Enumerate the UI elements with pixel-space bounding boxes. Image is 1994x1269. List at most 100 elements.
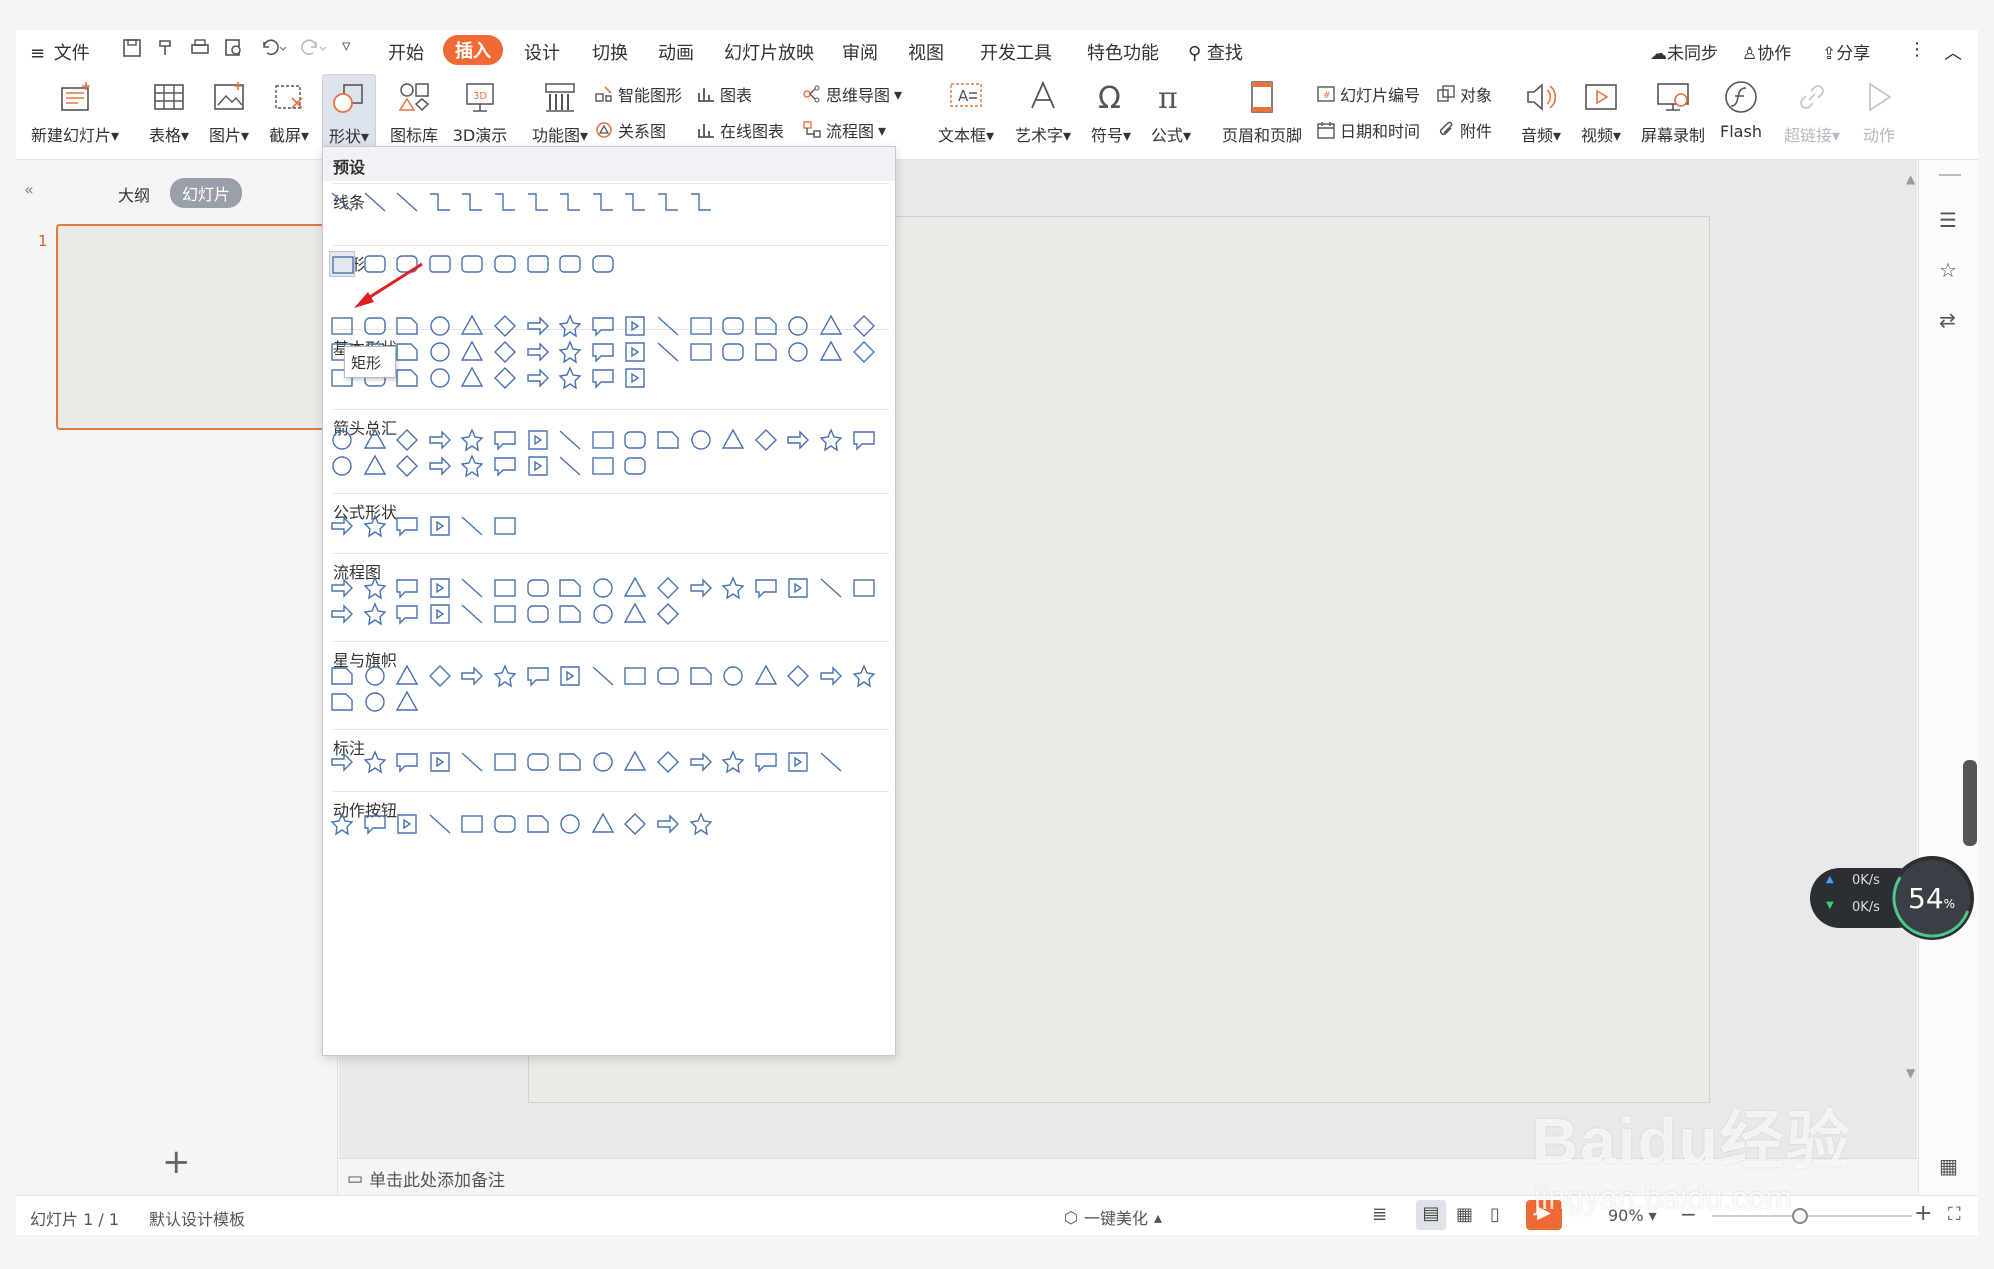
- shape-option[interactable]: [492, 365, 518, 391]
- shape-option[interactable]: [329, 427, 355, 453]
- shape-option[interactable]: [753, 339, 779, 365]
- icon-library-button[interactable]: 图标库: [386, 78, 442, 146]
- shape-option[interactable]: [590, 575, 616, 601]
- shape-option[interactable]: [753, 749, 779, 775]
- shape-option[interactable]: [590, 427, 616, 453]
- shape-option[interactable]: [525, 313, 551, 339]
- shape-option[interactable]: [427, 513, 453, 539]
- shape-option[interactable]: [622, 313, 648, 339]
- shape-option[interactable]: [818, 749, 844, 775]
- shape-option[interactable]: [427, 453, 453, 479]
- tab-slideshow[interactable]: 幻灯片放映: [724, 39, 814, 65]
- shape-option[interactable]: [622, 575, 648, 601]
- tab-special[interactable]: 特色功能: [1087, 39, 1159, 65]
- shape-option[interactable]: [688, 663, 714, 689]
- shape-option[interactable]: [394, 339, 420, 365]
- shape-option[interactable]: [622, 339, 648, 365]
- shape-option[interactable]: [492, 749, 518, 775]
- shape-option[interactable]: [362, 453, 388, 479]
- shape-option[interactable]: [785, 575, 811, 601]
- share-button[interactable]: ⇪分享: [1822, 39, 1870, 64]
- shape-option[interactable]: [590, 453, 616, 479]
- shape-option[interactable]: [492, 189, 518, 215]
- shape-option[interactable]: [459, 453, 485, 479]
- normal-view-icon[interactable]: ▤: [1416, 1200, 1446, 1230]
- video-button[interactable]: 视频▾: [1576, 78, 1626, 146]
- audio-button[interactable]: 音频▾: [1516, 78, 1566, 146]
- format-painter-icon[interactable]: [156, 38, 176, 63]
- shape-option[interactable]: [753, 427, 779, 453]
- shape-option[interactable]: [557, 749, 583, 775]
- shape-option[interactable]: [492, 513, 518, 539]
- shape-option[interactable]: [459, 251, 485, 277]
- header-footer-button[interactable]: 页眉和页脚: [1216, 78, 1308, 146]
- shape-option[interactable]: [720, 575, 746, 601]
- shape-option[interactable]: [459, 811, 485, 837]
- shape-option[interactable]: [362, 575, 388, 601]
- shape-option[interactable]: [427, 749, 453, 775]
- flowchart-button[interactable]: 流程图 ▾: [802, 118, 886, 142]
- shape-option[interactable]: [427, 427, 453, 453]
- flash-button[interactable]: Flash: [1716, 78, 1766, 141]
- shape-option[interactable]: [525, 575, 551, 601]
- shape-option[interactable]: [427, 365, 453, 391]
- shape-option[interactable]: [622, 365, 648, 391]
- shape-option[interactable]: [329, 689, 355, 715]
- collapse-panel-icon[interactable]: «: [24, 180, 34, 199]
- shape-option[interactable]: [557, 811, 583, 837]
- screenshot-button[interactable]: 截屏▾: [264, 78, 314, 146]
- shape-option[interactable]: [622, 811, 648, 837]
- shape-option[interactable]: [557, 189, 583, 215]
- shape-option[interactable]: [688, 575, 714, 601]
- shape-option[interactable]: [655, 749, 681, 775]
- print-icon[interactable]: [190, 38, 210, 63]
- shape-option[interactable]: [818, 663, 844, 689]
- shape-option[interactable]: [492, 339, 518, 365]
- shape-option[interactable]: [720, 427, 746, 453]
- shape-option[interactable]: [394, 189, 420, 215]
- shape-option[interactable]: [459, 189, 485, 215]
- shape-option[interactable]: [720, 339, 746, 365]
- beautify-button[interactable]: ⬡ 一键美化 ▴: [1064, 1205, 1162, 1229]
- shape-option[interactable]: [427, 189, 453, 215]
- star-icon[interactable]: ☆: [1939, 258, 1957, 282]
- shape-option[interactable]: [785, 749, 811, 775]
- online-chart-button[interactable]: 在线图表: [696, 118, 784, 142]
- shape-option[interactable]: [459, 749, 485, 775]
- function-chart-button[interactable]: 功能图▾: [530, 78, 590, 146]
- shape-option[interactable]: [525, 251, 551, 277]
- shape-option[interactable]: [622, 427, 648, 453]
- shape-option[interactable]: [525, 427, 551, 453]
- shape-option[interactable]: [492, 313, 518, 339]
- shape-option[interactable]: [557, 453, 583, 479]
- shape-option[interactable]: [785, 663, 811, 689]
- shape-option[interactable]: [329, 575, 355, 601]
- shape-option[interactable]: [525, 365, 551, 391]
- shape-option[interactable]: [655, 339, 681, 365]
- add-slide-button[interactable]: +: [162, 1145, 191, 1179]
- tab-review[interactable]: 审阅: [842, 39, 878, 65]
- shape-option[interactable]: [362, 663, 388, 689]
- shape-option[interactable]: [851, 575, 877, 601]
- shape-option[interactable]: [492, 453, 518, 479]
- zoom-slider-thumb[interactable]: [1792, 1208, 1808, 1224]
- shape-option[interactable]: [459, 313, 485, 339]
- shape-option[interactable]: [525, 189, 551, 215]
- fit-window-icon[interactable]: ⛶: [1948, 1204, 1961, 1225]
- shape-option[interactable]: [362, 689, 388, 715]
- shape-option[interactable]: [785, 313, 811, 339]
- settings-sliders-icon[interactable]: ☰: [1939, 208, 1957, 232]
- shape-option[interactable]: [492, 251, 518, 277]
- shape-option[interactable]: [655, 427, 681, 453]
- shape-option[interactable]: [329, 313, 355, 339]
- shape-option[interactable]: [525, 453, 551, 479]
- shape-option[interactable]: [492, 427, 518, 453]
- shape-option[interactable]: [590, 313, 616, 339]
- shape-option[interactable]: [622, 749, 648, 775]
- table-button[interactable]: 表格▾: [144, 78, 194, 146]
- shape-option[interactable]: [459, 601, 485, 627]
- shape-option[interactable]: [655, 663, 681, 689]
- picture-button[interactable]: 图片▾: [204, 78, 254, 146]
- smart-graphic-button[interactable]: 智能图形: [594, 82, 682, 106]
- shape-option[interactable]: [525, 811, 551, 837]
